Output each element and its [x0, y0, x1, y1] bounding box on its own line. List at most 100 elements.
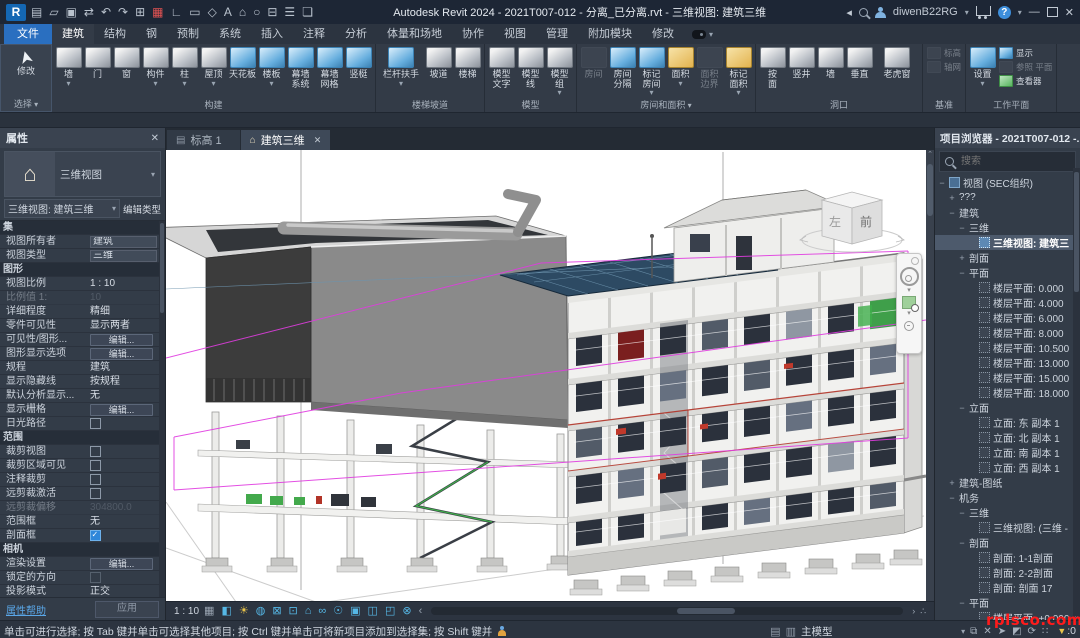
property-row[interactable]: 视图所有者 建筑 — [0, 235, 165, 249]
ribbon-tab[interactable]: 系统 — [209, 24, 251, 44]
tab-file[interactable]: 文件 — [4, 24, 52, 44]
properties-close-icon[interactable]: ✕ — [151, 133, 159, 144]
ribbon-tab[interactable]: 体量和场地 — [377, 24, 452, 44]
browser-scrollbar[interactable]: ⌄ — [1073, 168, 1080, 620]
tree-item[interactable]: 楼层平面: 4.000 — [935, 295, 1080, 310]
tree-item[interactable]: − 平面 — [935, 595, 1080, 610]
help-icon[interactable]: ? — [998, 6, 1011, 19]
floor-button[interactable]: 楼板 — [257, 44, 286, 87]
tree-item[interactable]: 楼层平面: 15.000 — [935, 370, 1080, 385]
scroll-right-icon[interactable]: › — [912, 606, 915, 616]
view-tab[interactable]: ▤ 标高 1 — [167, 130, 240, 150]
minimize-button[interactable]: — — [1029, 6, 1040, 18]
property-row[interactable]: 集 — [0, 221, 165, 235]
tree-item[interactable]: − 立面 — [935, 400, 1080, 415]
property-row[interactable]: 范围 — [0, 431, 165, 445]
property-row[interactable]: 详细程度 精细 — [0, 305, 165, 319]
ribbon-tab[interactable]: 注释 — [293, 24, 335, 44]
displacement-icon[interactable]: ◰ — [385, 603, 395, 619]
panel-label-model[interactable]: 模型 — [487, 98, 574, 112]
aligned-dimension-icon[interactable]: ▭ — [189, 4, 200, 21]
panel-label-rooms[interactable]: 房间和面积 — [579, 98, 753, 112]
tree-item[interactable]: − 机务 — [935, 490, 1080, 505]
dormer-opening-button[interactable]: 老虎窗 — [874, 44, 920, 87]
viewport-vertical-scrollbar[interactable]: ⌃ — [926, 150, 934, 601]
view-scale-button[interactable]: 1 : 10 — [174, 606, 199, 617]
property-row[interactable]: 投影模式 正交 — [0, 585, 165, 597]
reference-plane-button[interactable]: 参照 平面 — [999, 61, 1052, 73]
tree-toggle-icon[interactable]: − — [948, 208, 956, 218]
close-hidden-windows-icon[interactable]: ▦ — [152, 4, 163, 21]
property-row[interactable]: 比例值 1: 10 — [0, 291, 165, 305]
property-row[interactable]: 默认分析显示... 无 — [0, 389, 165, 403]
record-caret-icon[interactable] — [709, 28, 713, 40]
railing-button[interactable]: 栏杆扶手 — [378, 44, 424, 87]
thin-lines-icon[interactable]: ☰ — [284, 4, 295, 21]
tree-item[interactable]: 立面: 西 副本 1 — [935, 460, 1080, 475]
tree-item[interactable]: 立面: 南 副本 1 — [935, 445, 1080, 460]
search-icon[interactable] — [859, 8, 868, 17]
property-checkbox[interactable] — [90, 530, 101, 541]
ribbon-tab[interactable]: 管理 — [536, 24, 578, 44]
open-icon[interactable]: ▱ — [49, 4, 58, 21]
panel-label-build[interactable]: 构建 — [54, 98, 373, 112]
curtain-grid-button[interactable]: 幕墙 网格 — [315, 44, 344, 96]
section-icon[interactable]: ⊟ — [267, 4, 277, 21]
sync-icon[interactable]: ⇄ — [84, 4, 94, 21]
tag-icon[interactable]: ◇ — [208, 4, 217, 21]
panel-label-stairs[interactable]: 楼梯坡道 — [378, 98, 482, 112]
ramp-button[interactable]: 坡道 — [424, 44, 453, 87]
wheel-caret-icon[interactable]: ▾ — [907, 288, 911, 294]
redo-icon[interactable]: ↷ — [118, 4, 128, 21]
property-row[interactable]: 渲染设置 编辑... — [0, 557, 165, 571]
property-row[interactable]: 裁剪视图 — [0, 445, 165, 459]
ribbon-tab[interactable]: 建筑 — [52, 24, 94, 44]
constraints-icon[interactable]: ⊗ — [402, 603, 411, 619]
tree-toggle-icon[interactable]: + — [948, 193, 956, 203]
zoom-icon[interactable] — [902, 296, 916, 309]
crop-view-icon[interactable]: ⊠ — [272, 603, 281, 619]
temporary-view-icon[interactable]: ▣ — [350, 603, 360, 619]
property-row[interactable]: 裁剪区域可见 — [0, 459, 165, 473]
tag-area-button[interactable]: 标记 面积 — [724, 44, 753, 96]
property-row[interactable]: 注释裁剪 — [0, 473, 165, 487]
tree-toggle-icon[interactable]: − — [958, 598, 966, 608]
model-text-button[interactable]: 模型 文字 — [487, 44, 516, 96]
scroll-up-icon[interactable]: ⌃ — [926, 150, 934, 158]
help-caret-icon[interactable] — [1018, 6, 1022, 18]
ribbon-tab[interactable]: 附加模块 — [578, 24, 642, 44]
window-button[interactable]: 窗 — [112, 44, 141, 87]
default-3d-view-icon[interactable]: ⌂ — [239, 4, 246, 21]
crop-region-icon[interactable]: ⊡ — [289, 603, 298, 619]
tree-item[interactable]: 楼层平面: 13.000 — [935, 355, 1080, 370]
tree-toggle-icon[interactable]: − — [958, 538, 966, 548]
zoom-caret-icon[interactable]: ▾ — [907, 311, 911, 317]
tree-item[interactable]: 楼层平面: 8.000 — [935, 325, 1080, 340]
maximize-button[interactable] — [1047, 7, 1058, 17]
tree-item[interactable]: − 剖面 — [935, 535, 1080, 550]
tree-item[interactable]: 立面: 东 副本 1 — [935, 415, 1080, 430]
opening-by-face-button[interactable]: 按 面 — [758, 44, 787, 96]
reveal-hidden-icon[interactable]: ☉ — [333, 603, 343, 619]
tree-item[interactable]: 楼层平面: 18.000 — [935, 385, 1080, 400]
view-tab-close-icon[interactable]: ✕ — [314, 135, 322, 146]
model-line-button[interactable]: 模型 线 — [516, 44, 545, 96]
tree-item[interactable]: − 三维 — [935, 220, 1080, 235]
search-input[interactable] — [959, 155, 1070, 168]
grid-button[interactable]: 轴网 — [927, 61, 961, 73]
sun-path-icon[interactable]: ☀ — [239, 603, 249, 619]
user-menu-caret-icon[interactable] — [965, 6, 969, 18]
panel-label-datum[interactable]: 基准 — [925, 98, 963, 112]
curtain-system-button[interactable]: 幕墙 系统 — [286, 44, 315, 96]
property-row[interactable]: 可见性/图形... 编辑... — [0, 333, 165, 347]
locked-view-icon[interactable]: ⌂ — [305, 603, 312, 619]
view-tab[interactable]: ⌂ 建筑三维 ✕ — [241, 130, 331, 150]
area-boundary-button[interactable]: 面积 边界 — [695, 44, 724, 96]
property-checkbox[interactable] — [90, 474, 101, 485]
cube-front-face-label[interactable]: 前 — [860, 214, 872, 229]
vertical-opening-button[interactable]: 垂直 — [845, 44, 874, 87]
ribbon-tab[interactable]: 协作 — [452, 24, 494, 44]
panel-label-select[interactable]: 选择 — [3, 97, 49, 111]
panel-label-openings[interactable]: 洞口 — [758, 98, 920, 112]
apply-button[interactable]: 应用 — [95, 601, 159, 618]
